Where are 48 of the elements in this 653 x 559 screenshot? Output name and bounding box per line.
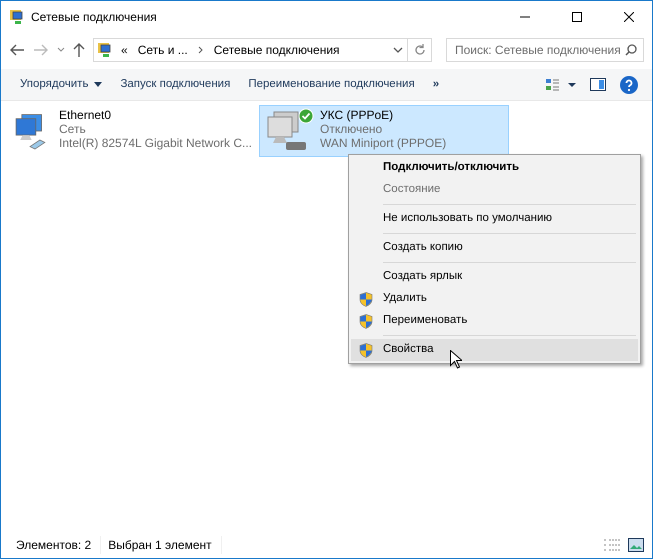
refresh-button[interactable] [408, 38, 432, 62]
menu-item[interactable]: Переименовать [351, 310, 638, 332]
search-field[interactable]: Поиск: Сетевые подключения [446, 38, 644, 62]
toolbar-button[interactable]: Упорядочить [11, 72, 112, 98]
breadcrumb[interactable]: « [121, 41, 128, 59]
maximize-icon [572, 12, 582, 22]
connection-item[interactable]: Ethernet0 Сеть Intel(R) 82574L Gigabit Network C... [7, 105, 257, 157]
menu-item[interactable]: Свойства [351, 339, 638, 361]
shield-icon [359, 314, 373, 329]
device-name: WAN Miniport (PPPOE) [320, 136, 446, 150]
toolbar-button[interactable]: Переименование подключения [239, 72, 424, 98]
shield-icon [359, 343, 373, 358]
recent-dropdown-button[interactable] [57, 47, 65, 53]
up-button[interactable] [73, 42, 85, 58]
search-icon [625, 44, 637, 56]
chevron-right-icon [198, 46, 204, 54]
toolbar-button[interactable]: Запуск подключения [111, 72, 240, 98]
status-text: Выбран 1 элемент [101, 536, 222, 554]
chevron-down-icon[interactable] [393, 47, 403, 53]
large-icons-view-icon[interactable] [628, 538, 644, 552]
menu-item[interactable]: Создать ярлык [351, 266, 638, 288]
device-name: Intel(R) 82574L Gigabit Network C... [59, 136, 252, 150]
view-options-icon[interactable] [546, 78, 576, 92]
help-icon[interactable] [620, 76, 638, 94]
more-button[interactable]: » [424, 72, 448, 98]
window-title: Сетевые подключения [31, 9, 157, 26]
refresh-icon [414, 44, 426, 56]
connection-name: Ethernet0 [59, 108, 112, 122]
menu-item[interactable]: Создать копию [351, 237, 638, 259]
cursor-icon [450, 350, 462, 369]
menu-item[interactable]: Подключить/отключить [351, 157, 638, 179]
connection-status: Сеть [59, 122, 87, 136]
close-icon [624, 12, 634, 22]
connection-item[interactable]: УКС (PPPoE) Отключено WAN Miniport (PPPOE) [259, 105, 509, 157]
address-bar[interactable]: « Сеть и ... Сетевые подключения [93, 38, 408, 62]
breadcrumb[interactable]: Сеть и ... [138, 41, 188, 59]
details-view-icon[interactable] [604, 538, 620, 552]
back-button[interactable] [9, 43, 25, 57]
network-folder-icon [9, 9, 25, 25]
network-folder-icon [97, 42, 113, 58]
menu-item[interactable]: Удалить [351, 288, 638, 310]
preview-pane-icon[interactable] [590, 78, 606, 91]
shield-icon [359, 292, 373, 307]
connection-name: УКС (PPPoE) [320, 108, 394, 122]
status-text: Элементов: 2 [9, 536, 102, 554]
breadcrumb[interactable]: Сетевые подключения [214, 41, 340, 59]
connection-status: Отключено [320, 122, 384, 136]
menu-item[interactable]: Не использовать по умолчанию [351, 208, 638, 230]
